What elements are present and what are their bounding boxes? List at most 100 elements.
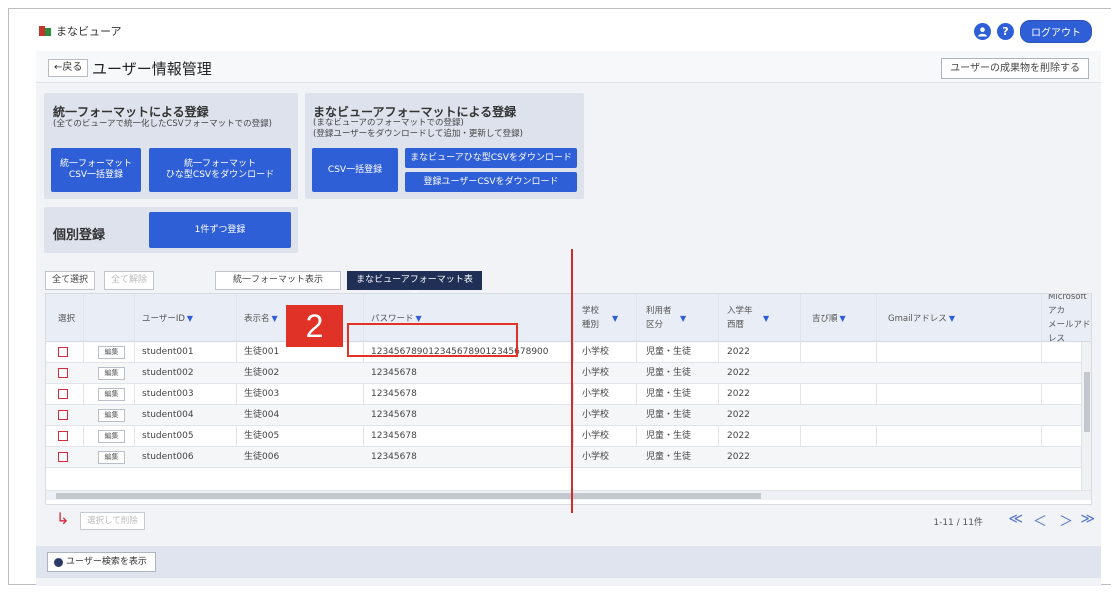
user-type-cell: 児童・生徒 (646, 347, 692, 357)
last-page-button[interactable]: ≫ (1080, 511, 1095, 527)
header-display-name[interactable]: 表示名 ▼ (244, 294, 278, 342)
book-logo-icon (39, 25, 51, 37)
user-type-cell: 児童・生徒 (646, 452, 692, 462)
school-type-cell: 小学校 (582, 410, 610, 420)
page-count: 1-11 / 11件 (933, 518, 983, 528)
prev-page-button[interactable]: ＜ (1033, 511, 1047, 531)
unified-format-panel: 統一フォーマットによる登録 (全てのビューアで統一化したCSVフォーマットでの登… (44, 93, 298, 199)
header-display-label: 表示名 (244, 314, 270, 324)
scroll-thumb[interactable] (1084, 372, 1090, 432)
school-type-cell: 小学校 (582, 452, 610, 462)
school-type-cell: 小学校 (582, 368, 610, 378)
school-type-cell: 小学校 (582, 431, 610, 441)
school-type-cell: 小学校 (582, 389, 610, 399)
back-button[interactable]: ←戻る (48, 59, 89, 77)
row-checkbox[interactable] (58, 347, 68, 357)
next-page-button[interactable]: ＞ (1059, 511, 1073, 531)
tab-unified-format-view[interactable]: 統一フォーマット表示 (215, 271, 341, 290)
delete-selected-button[interactable]: 選択して削除 (80, 512, 145, 530)
deselect-all-button[interactable]: 全て解除 (104, 271, 155, 290)
registered-users-csv-download-button[interactable]: 登録ユーザーCSVをダウンロード (405, 172, 577, 192)
header-year-label-2: 西暦 (727, 320, 745, 330)
chevron-down-icon: ▼ (186, 313, 194, 323)
row-checkbox[interactable] (58, 431, 68, 441)
display-name-cell: 生徒001 (244, 347, 280, 357)
edit-button[interactable]: 編集 (98, 367, 125, 380)
help-icon[interactable]: ? (997, 23, 1014, 40)
display-name-cell: 生徒005 (244, 431, 280, 441)
enroll-year-cell: 2022 (727, 389, 750, 399)
pin-icon (54, 557, 63, 567)
page-title: ユーザー情報管理 (92, 60, 212, 78)
main-canvas: ←戻る ユーザー情報管理 ユーザーの成果物を削除する 統一フォーマットによる登録… (36, 51, 1101, 586)
edit-button[interactable]: 編集 (98, 346, 125, 359)
chevron-down-icon[interactable]: ▼ (761, 294, 769, 342)
unified-template-download-button[interactable]: 統一フォーマット ひな型CSVをダウンロード (149, 148, 291, 192)
app-logo[interactable]: まなビューア (39, 23, 122, 39)
table-pager: ↳ 選択して削除 1-11 / 11件 ≪ ＜ ＞ ≫ (36, 507, 1101, 533)
unified-csv-bulk-register-button[interactable]: 統一フォーマット CSV一括登録 (51, 148, 141, 192)
chevron-down-icon: ▼ (415, 313, 422, 323)
header-userid[interactable]: ユーザーID ▼ (142, 294, 193, 342)
edit-button[interactable]: 編集 (98, 451, 125, 464)
show-user-search-label: ユーザー検索を表示 (66, 557, 147, 567)
logout-button[interactable]: ログアウト (1020, 20, 1092, 43)
display-name-cell: 生徒004 (244, 410, 280, 420)
manaviewer-template-download-button[interactable]: まなビューアひな型CSVをダウンロード (405, 148, 577, 168)
header-gmail[interactable]: Gmailアドレス ▼ (888, 294, 955, 342)
chevron-down-icon[interactable]: ▼ (610, 294, 618, 342)
user-table: 選択 ユーザーID ▼ 表示名 ▼ パスワード ▼ 学校 種別 ▼ 利用者 区分 ▼ 入学… (45, 293, 1092, 505)
header-school-type[interactable]: 学校 種別 (582, 294, 599, 342)
register-one-label: 1件ずつ登録 (194, 224, 246, 235)
edit-button[interactable]: 編集 (98, 388, 125, 401)
edit-button[interactable]: 編集 (98, 430, 125, 443)
manaviewer-csv-bulk-register-button[interactable]: CSV一括登録 (312, 148, 398, 192)
chevron-down-icon: ▼ (271, 313, 278, 323)
select-all-button[interactable]: 全て選択 (45, 271, 96, 290)
display-name-cell: 生徒002 (244, 368, 280, 378)
chevron-down-icon[interactable]: ▼ (678, 294, 686, 342)
horizontal-scrollbar[interactable] (46, 490, 1091, 500)
row-checkbox[interactable] (58, 368, 68, 378)
unified-subtitle: (全てのビューアで統一化したCSVフォーマットでの登録) (53, 119, 272, 129)
manaviewer-subtitle-1: (まなビューアのフォーマットでの登録) (313, 118, 464, 128)
user-icon[interactable] (974, 23, 991, 40)
manaviewer-format-panel: まなビューアフォーマットによる登録 (まなビューアのフォーマットでの登録) (登… (305, 93, 584, 199)
password-highlight-box (347, 323, 518, 357)
header-microsoft[interactable]: Microsoftアカ メールアドレス (1048, 294, 1091, 344)
table-toolbar: 全て選択 全て解除 統一フォーマット表示 まなビューアフォーマット表示 (36, 267, 1101, 302)
chevron-down-icon: ▼ (948, 313, 955, 323)
vertical-scrollbar[interactable] (1081, 342, 1091, 490)
header-year-label-1: 入学年 (727, 306, 753, 316)
header-enroll-year[interactable]: 入学年 西暦 (727, 294, 753, 342)
first-page-button[interactable]: ≪ (1008, 511, 1023, 527)
row-checkbox[interactable] (58, 389, 68, 399)
tab-manaviewer-format-view[interactable]: まなビューアフォーマット表示 (347, 271, 482, 302)
password-cell: 12345678 (371, 452, 417, 462)
individual-title: 個別登録 (53, 228, 106, 243)
table-row: 編集 student001 生徒001 12345678901234567890123… (46, 342, 1091, 363)
enroll-year-cell: 2022 (727, 347, 750, 357)
password-cell: 12345678 (371, 410, 417, 420)
header-user-type[interactable]: 利用者 区分 (646, 294, 672, 342)
header-select: 選択 (58, 294, 75, 342)
edit-button[interactable]: 編集 (98, 409, 125, 422)
header-gmail-label: Gmailアドレス (888, 314, 947, 324)
delete-user-results-button[interactable]: ユーザーの成果物を削除する (941, 58, 1089, 79)
annotation-red-line (571, 249, 573, 513)
user-type-cell: 児童・生徒 (646, 368, 692, 378)
userid-cell: student003 (142, 389, 194, 399)
header-sort-order[interactable]: 吉び順 ▼ (812, 294, 846, 342)
users-csv-label: 登録ユーザーCSVをダウンロード (423, 176, 559, 187)
password-cell: 12345678 (371, 389, 417, 399)
register-one-by-one-button[interactable]: 1件ずつ登録 (149, 212, 291, 248)
enroll-year-cell: 2022 (727, 410, 750, 420)
scroll-thumb[interactable] (56, 493, 761, 499)
return-arrow-icon: ↳ (56, 509, 70, 528)
app-name: まなビューア (56, 25, 122, 38)
row-checkbox[interactable] (58, 410, 68, 420)
show-user-search-button[interactable]: ユーザー検索を表示 (47, 552, 156, 572)
manaviewer-template-label: まなビューアひな型CSVをダウンロード (410, 152, 572, 163)
row-checkbox[interactable] (58, 452, 68, 462)
search-bar: ユーザー検索を表示 (36, 546, 1101, 578)
